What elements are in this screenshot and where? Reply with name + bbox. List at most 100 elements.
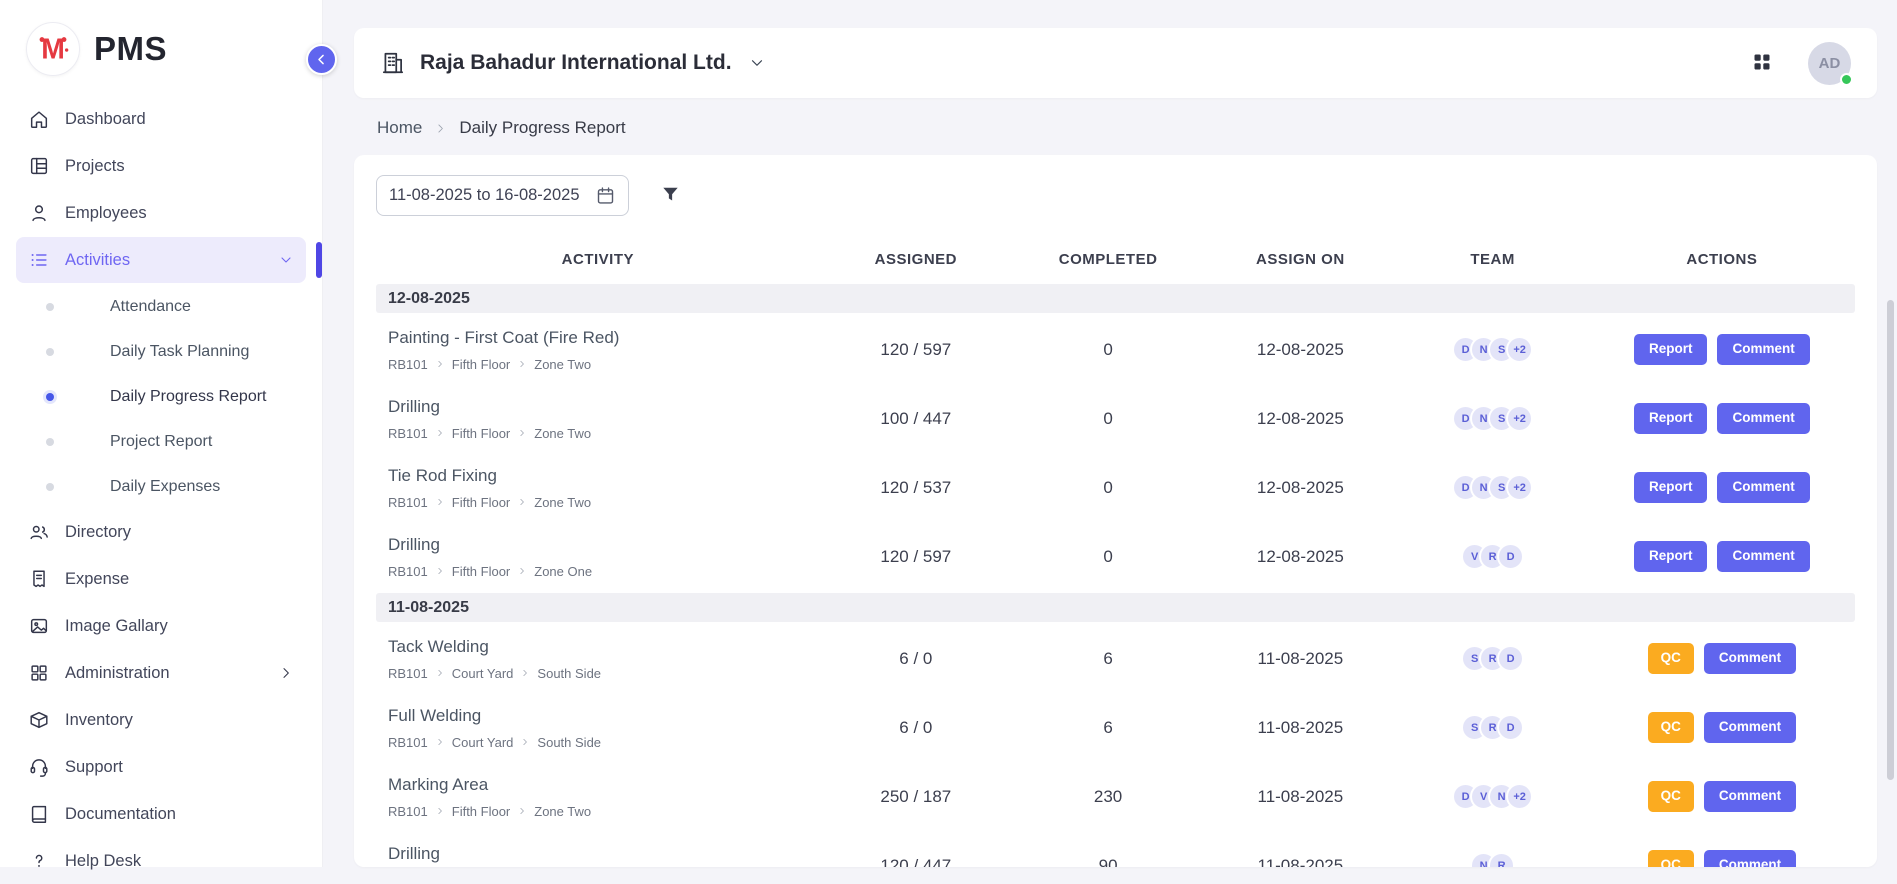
location-segment: Fifth Floor [452, 804, 511, 819]
activity-cell: DrillingRB101Fifth FloorZone Two [376, 397, 820, 441]
location-segment: Fifth Floor [452, 426, 511, 441]
sidebar-item-employees[interactable]: Employees [16, 190, 306, 236]
qc-button[interactable]: QC [1648, 850, 1694, 867]
sidebar-subitem-label: Daily Expenses [110, 478, 220, 496]
report-button[interactable]: Report [1634, 334, 1708, 365]
activity-row: DrillingRB101Fifth FloorZone Two100 / 44… [376, 384, 1855, 453]
sidebar-collapse-button[interactable] [306, 44, 337, 75]
bullet-icon [46, 348, 54, 356]
sidebar-subitem-attendance[interactable]: Attendance [16, 284, 306, 329]
sidebar-item-dashboard[interactable]: Dashboard [16, 96, 306, 142]
assign-on-date: 12-08-2025 [1204, 409, 1396, 429]
qc-button[interactable]: QC [1648, 712, 1694, 743]
sidebar-item-projects[interactable]: Projects [16, 143, 306, 189]
bullet-icon [46, 303, 54, 311]
breadcrumb-current: Daily Progress Report [459, 118, 625, 138]
activity-title: Full Welding [388, 706, 820, 726]
home-icon [28, 108, 50, 130]
sidebar-subitem-label: Project Report [110, 433, 212, 451]
completed-value: 6 [1012, 718, 1204, 738]
completed-value: 0 [1012, 340, 1204, 360]
main-content: Raja Bahadur International Ltd. AD Home … [323, 0, 1897, 867]
sidebar-item-support[interactable]: Support [16, 744, 306, 790]
comment-button[interactable]: Comment [1717, 541, 1809, 572]
sidebar-item-directory[interactable]: Directory [16, 509, 306, 555]
topbar: Raja Bahadur International Ltd. AD [354, 28, 1877, 98]
sidebar-item-label: Administration [65, 664, 170, 683]
activity-row: DrillingRB101Fifth FloorZone Two120 / 44… [376, 831, 1855, 867]
activity-title: Tie Rod Fixing [388, 466, 820, 486]
comment-button[interactable]: Comment [1704, 643, 1796, 674]
sidebar-subitem-daily-expenses[interactable]: Daily Expenses [16, 464, 306, 509]
building-icon [380, 50, 406, 76]
comment-button[interactable]: Comment [1704, 712, 1796, 743]
date-group-header: 12-08-2025 [376, 284, 1855, 313]
sidebar-subitem-daily-progress-report[interactable]: Daily Progress Report [16, 374, 306, 419]
svg-text:M: M [41, 33, 65, 65]
report-button[interactable]: Report [1634, 403, 1708, 434]
documentation-icon [28, 803, 50, 825]
chevron-left-icon [314, 52, 329, 67]
sidebar-menu: DashboardProjectsEmployeesActivitiesAtte… [0, 92, 322, 884]
sidebar-item-label: Directory [65, 523, 131, 542]
date-range-input[interactable]: 11-08-2025 to 16-08-2025 [376, 175, 629, 216]
comment-button[interactable]: Comment [1717, 403, 1809, 434]
location-segment: RB101 [388, 666, 428, 681]
online-status-dot [1840, 73, 1853, 86]
sidebar-item-expense[interactable]: Expense [16, 556, 306, 602]
breadcrumb-home[interactable]: Home [377, 118, 422, 138]
sidebar-item-documentation[interactable]: Documentation [16, 791, 306, 837]
apps-grid-button[interactable] [1750, 50, 1774, 77]
team-avatar: +2 [1506, 474, 1533, 501]
company-selector[interactable]: Raja Bahadur International Ltd. [380, 50, 766, 76]
team-avatar: D [1497, 714, 1524, 741]
app-title: PMS [94, 30, 167, 68]
location-segment: Fifth Floor [452, 495, 511, 510]
assigned-value: 120 / 597 [820, 547, 1012, 567]
assigned-value: 100 / 447 [820, 409, 1012, 429]
sidebar-item-label: Expense [65, 570, 129, 589]
sidebar-item-help-desk[interactable]: Help Desk [16, 838, 306, 884]
chevron-right-icon [435, 566, 445, 576]
activity-location: RB101Fifth FloorZone One [388, 564, 820, 579]
directory-icon [28, 521, 50, 543]
sidebar-subitem-label: Daily Progress Report [110, 388, 267, 406]
comment-button[interactable]: Comment [1704, 781, 1796, 812]
sidebar-item-image-gallary[interactable]: Image Gallary [16, 603, 306, 649]
location-segment: South Side [537, 666, 601, 681]
activity-location: RB101Fifth FloorZone Two [388, 426, 820, 441]
activity-cell: Tack WeldingRB101Court YardSouth Side [376, 637, 820, 681]
sidebar-subitem-daily-task-planning[interactable]: Daily Task Planning [16, 329, 306, 374]
comment-button[interactable]: Comment [1717, 334, 1809, 365]
completed-value: 90 [1012, 856, 1204, 868]
location-segment: Fifth Floor [452, 564, 511, 579]
sidebar-item-label: Documentation [65, 805, 176, 824]
sidebar-item-label: Image Gallary [65, 617, 168, 636]
comment-button[interactable]: Comment [1717, 472, 1809, 503]
sidebar-item-activities[interactable]: Activities [16, 237, 306, 283]
assigned-value: 6 / 0 [820, 649, 1012, 669]
date-group-header: 11-08-2025 [376, 593, 1855, 622]
team-avatar: D [1497, 645, 1524, 672]
gallery-icon [28, 615, 50, 637]
sidebar-subitem-project-report[interactable]: Project Report [16, 419, 306, 464]
user-avatar[interactable]: AD [1808, 42, 1851, 85]
report-button[interactable]: Report [1634, 472, 1708, 503]
assigned-value: 6 / 0 [820, 718, 1012, 738]
sidebar-item-administration[interactable]: Administration [16, 650, 306, 696]
scrollbar-thumb[interactable] [1887, 300, 1894, 780]
assign-on-date: 11-08-2025 [1204, 787, 1396, 807]
sidebar-item-inventory[interactable]: Inventory [16, 697, 306, 743]
filter-button[interactable] [659, 183, 682, 209]
location-segment: Zone One [534, 564, 592, 579]
comment-button[interactable]: Comment [1704, 850, 1796, 867]
assign-on-date: 12-08-2025 [1204, 547, 1396, 567]
qc-button[interactable]: QC [1648, 781, 1694, 812]
row-actions: QC Comment [1589, 643, 1855, 674]
qc-button[interactable]: QC [1648, 643, 1694, 674]
assign-on-date: 11-08-2025 [1204, 856, 1396, 868]
chevron-right-icon [435, 737, 445, 747]
activity-cell: Tie Rod FixingRB101Fifth FloorZone Two [376, 466, 820, 510]
report-button[interactable]: Report [1634, 541, 1708, 572]
column-header-assign-on: ASSIGN ON [1204, 251, 1396, 268]
